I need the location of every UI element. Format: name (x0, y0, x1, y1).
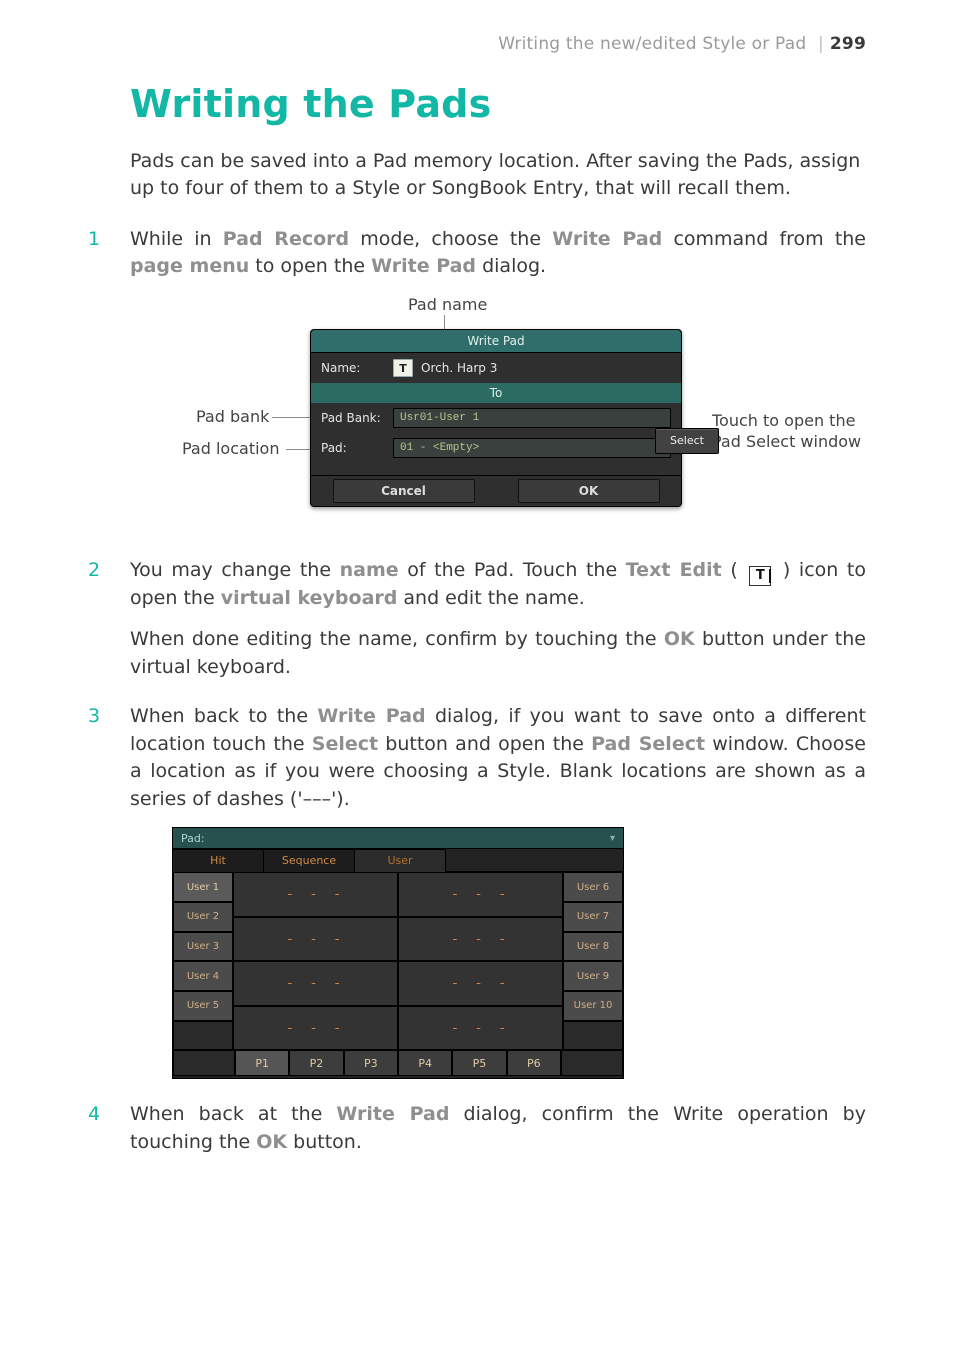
tab-hit[interactable]: Hit (173, 849, 264, 872)
tab-user[interactable]: User (355, 849, 446, 872)
pad-select-pages: P1 P2 P3 P4 P5 P6 (173, 1050, 623, 1076)
page-p2[interactable]: P2 (289, 1050, 343, 1076)
side-user-4[interactable]: User 4 (173, 961, 233, 991)
write-pad-dialog: Write Pad Name: T Orch. Harp 3 To Pad Ba… (310, 329, 682, 507)
pad-cell[interactable]: - - - (398, 961, 563, 1006)
pad-cell[interactable]: - - - (398, 1006, 563, 1051)
dialog-buttons: Cancel OK (311, 475, 681, 506)
pad-select-panel: Pad: ▾ Hit Sequence User User 1 User 2 U… (172, 827, 624, 1079)
step-4: 4 When back at the Write Pad dialog, con… (88, 1101, 866, 1156)
side-blank (173, 1021, 233, 1051)
pad-select-title: Pad: (181, 832, 205, 845)
callout-pad-bank: Pad bank (196, 407, 269, 426)
chevron-down-icon[interactable]: ▾ (610, 833, 615, 844)
step-1-text: While in Pad Record mode, choose the Wri… (130, 226, 866, 281)
name-label: Name: (321, 361, 393, 375)
pad-select-grid: - - - - - - - - - - - - - - - - - - - - … (233, 872, 563, 1050)
step-2-text: You may change the name of the Pad. Touc… (130, 557, 866, 612)
padbank-field[interactable]: Usr01-User 1 (393, 408, 671, 428)
side-blank (563, 1021, 623, 1051)
page-blank (173, 1050, 235, 1076)
step-number: 3 (88, 705, 100, 727)
pad-label: Pad: (321, 441, 393, 455)
pad-cell[interactable]: - - - (233, 961, 398, 1006)
text-edit-icon[interactable]: T (393, 359, 413, 377)
callout-open-pad-select: Touch to open the Pad Select window (712, 411, 882, 453)
pad-select-left-side: User 1 User 2 User 3 User 4 User 5 (173, 872, 233, 1050)
cancel-button[interactable]: Cancel (333, 479, 475, 503)
page-p4[interactable]: P4 (398, 1050, 452, 1076)
side-user-7[interactable]: User 7 (563, 902, 623, 932)
pad-cell[interactable]: - - - (233, 872, 398, 917)
dialog-title: Write Pad (311, 330, 681, 353)
text-edit-icon: T (749, 566, 771, 586)
side-user-8[interactable]: User 8 (563, 932, 623, 962)
page-p1[interactable]: P1 (235, 1050, 289, 1076)
pad-cell[interactable]: - - - (233, 917, 398, 962)
page-p6[interactable]: P6 (507, 1050, 561, 1076)
padbank-label: Pad Bank: (321, 411, 393, 425)
tab-sequence[interactable]: Sequence (264, 849, 355, 872)
page-p3[interactable]: P3 (344, 1050, 398, 1076)
side-user-1[interactable]: User 1 (173, 872, 233, 902)
page-blank (561, 1050, 623, 1076)
pad-cell[interactable]: - - - (233, 1006, 398, 1051)
side-user-2[interactable]: User 2 (173, 902, 233, 932)
select-button[interactable]: Select (655, 428, 719, 454)
pad-select-header: Pad: ▾ (173, 828, 623, 849)
step-2-text-2: When done editing the name, confirm by t… (130, 626, 866, 681)
pad-cell[interactable]: - - - (398, 917, 563, 962)
pad-select-right-side: User 6 User 7 User 8 User 9 User 10 (563, 872, 623, 1050)
callout-pad-name: Pad name (408, 295, 487, 314)
page-number: 299 (830, 34, 866, 54)
side-user-10[interactable]: User 10 (563, 991, 623, 1021)
step-4-text: When back at the Write Pad dialog, confi… (130, 1101, 866, 1156)
side-user-6[interactable]: User 6 (563, 872, 623, 902)
callout-pad-location: Pad location (182, 439, 279, 458)
side-user-3[interactable]: User 3 (173, 932, 233, 962)
pad-select-tabs: Hit Sequence User (173, 849, 623, 872)
page-p5[interactable]: P5 (452, 1050, 506, 1076)
side-user-9[interactable]: User 9 (563, 961, 623, 991)
dialog-to-label: To (311, 383, 681, 403)
step-3: 3 When back to the Write Pad dialog, if … (88, 703, 866, 1079)
step-3-text: When back to the Write Pad dialog, if yo… (130, 703, 866, 813)
step-number: 4 (88, 1103, 100, 1125)
dialog-name-row: Name: T Orch. Harp 3 (311, 353, 681, 383)
step-number: 2 (88, 559, 100, 581)
running-header: Writing the new/edited Style or Pad | 299 (88, 34, 866, 54)
step-number: 1 (88, 228, 100, 250)
side-user-5[interactable]: User 5 (173, 991, 233, 1021)
name-value: Orch. Harp 3 (421, 361, 497, 375)
pad-field[interactable]: 01 - <Empty> (393, 438, 671, 458)
step-2: 2 You may change the name of the Pad. To… (88, 557, 866, 681)
header-separator: | (818, 34, 824, 54)
section-name: Writing the new/edited Style or Pad (498, 34, 806, 54)
dialog-padbank-row: Pad Bank: Usr01-User 1 (311, 403, 681, 433)
ok-button[interactable]: OK (518, 479, 660, 503)
pad-select-body: User 1 User 2 User 3 User 4 User 5 - - -… (173, 872, 623, 1050)
write-pad-figure: Pad name Pad bank Pad location Touch to … (130, 295, 830, 535)
pad-cell[interactable]: - - - (398, 872, 563, 917)
dialog-pad-row: Pad: 01 - <Empty> (311, 433, 681, 463)
intro-text: Pads can be saved into a Pad memory loca… (130, 148, 866, 202)
leader-line (272, 417, 312, 418)
step-1: 1 While in Pad Record mode, choose the W… (88, 226, 866, 535)
leader-line (286, 449, 312, 450)
page-title: Writing the Pads (130, 82, 866, 126)
